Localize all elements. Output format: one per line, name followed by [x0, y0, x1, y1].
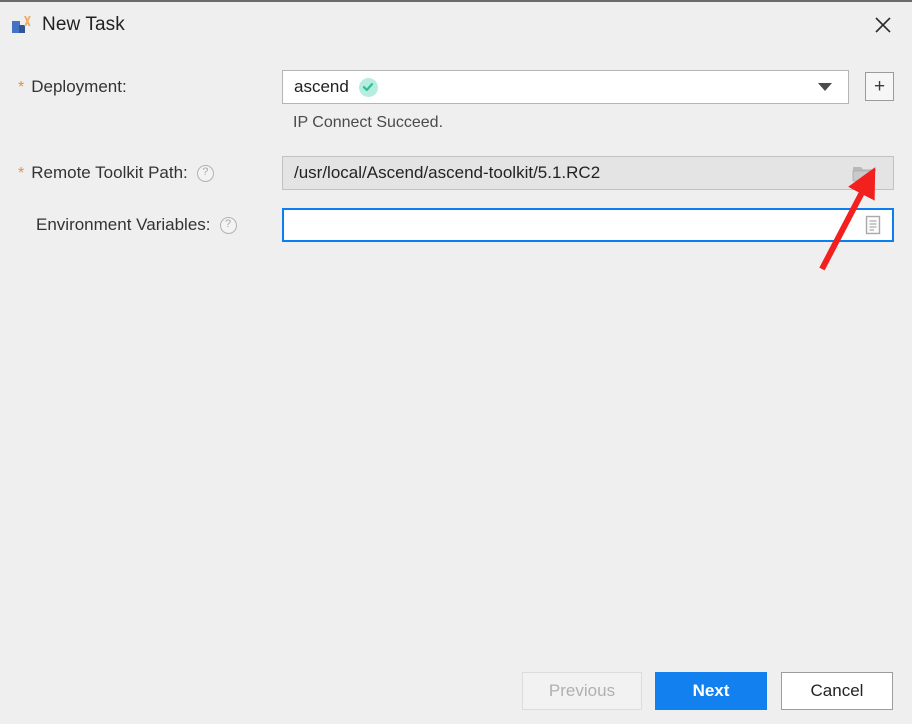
chevron-down-icon[interactable] [818, 83, 832, 91]
form-row-environment-variables: Environment Variables: ? [0, 208, 912, 242]
deployment-value: ascend [294, 77, 349, 96]
remote-toolkit-path-label-cell: * Remote Toolkit Path: ? [0, 156, 268, 190]
green-check-icon [358, 77, 378, 97]
remote-toolkit-path-value: /usr/local/Ascend/ascend-toolkit/5.1.RC2 [294, 163, 601, 182]
environment-variables-input[interactable] [293, 215, 892, 235]
next-button[interactable]: Next [655, 672, 767, 710]
environment-variables-field[interactable] [282, 208, 894, 242]
help-circle-icon[interactable]: ? [196, 164, 214, 182]
new-task-dialog: New Task * Deployment: ascend + IP Conne… [0, 0, 912, 724]
close-button[interactable] [854, 2, 912, 48]
deployment-label: Deployment: [31, 77, 127, 96]
dialog-title: New Task [42, 14, 125, 35]
connection-status-text: IP Connect Succeed. [293, 114, 444, 131]
cancel-button[interactable]: Cancel [781, 672, 893, 710]
form-row-deployment: * Deployment: ascend + [0, 70, 912, 104]
required-star: * [18, 165, 25, 182]
close-icon [875, 17, 891, 33]
help-circle-icon[interactable]: ? [219, 216, 237, 234]
remote-toolkit-path-field[interactable]: /usr/local/Ascend/ascend-toolkit/5.1.RC2 [282, 156, 894, 190]
remote-toolkit-path-label: Remote Toolkit Path: [31, 163, 188, 182]
environment-variables-label: Environment Variables: [36, 215, 211, 234]
browse-folder-button[interactable] [837, 157, 893, 189]
required-star: * [18, 79, 25, 96]
deployment-select[interactable]: ascend [282, 70, 849, 104]
folder-open-icon [852, 167, 876, 182]
chart-bars-icon [12, 16, 32, 34]
dialog-titlebar: New Task [0, 2, 912, 48]
add-deployment-button[interactable]: + [865, 72, 894, 101]
environment-variables-editor-button[interactable] [862, 213, 884, 237]
form-row-connection-status: IP Connect Succeed. [0, 114, 912, 138]
environment-variables-label-cell: Environment Variables: ? [0, 208, 268, 242]
form-row-remote-toolkit-path: * Remote Toolkit Path: ? /usr/local/Asce… [0, 156, 912, 190]
previous-button[interactable]: Previous [522, 672, 642, 710]
document-list-icon [865, 215, 881, 235]
deployment-label-cell: * Deployment: [0, 70, 268, 104]
dialog-footer: Previous Next Cancel [0, 662, 912, 724]
